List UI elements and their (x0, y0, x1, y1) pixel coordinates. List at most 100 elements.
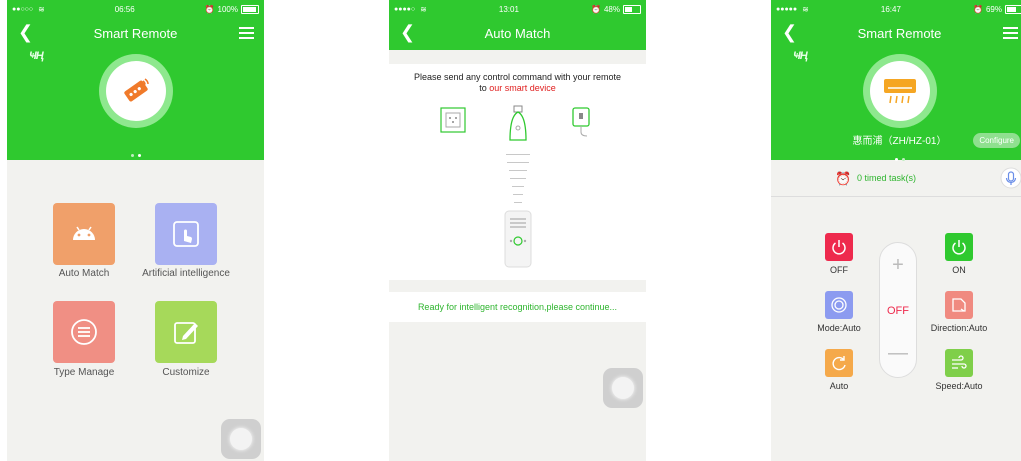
wifi-icon: ≋ (802, 4, 809, 14)
alarm-clock-icon: ⏰ (835, 171, 852, 186)
battery-percent: 100% (217, 4, 238, 14)
signal-indicator: ●●●●● (776, 5, 798, 13)
power-on-label: ON (952, 265, 966, 275)
instruction-line-1: Please send any control command with you… (413, 72, 622, 82)
hero-area: ҸҢ 惠而浦（ZH/HZ-01） Configure (771, 48, 1021, 161)
status-bar: ●●●●● ≋ 16:47 ⏰ 69% (771, 0, 1021, 18)
signal-line (506, 154, 530, 155)
customize-tile[interactable] (155, 301, 217, 363)
direction-button[interactable] (945, 291, 973, 319)
nav-bar: ❮ Smart Remote (771, 18, 1021, 48)
status-bar: ●●○○○ ≋ 06:56 ⏰ 100% (7, 0, 264, 18)
wifi-icon: ≋ (420, 4, 427, 14)
artificial-intelligence-label: Artificial intelligence (142, 268, 230, 279)
remote-device-icon[interactable] (98, 54, 173, 128)
nav-bar: ❮ Auto Match (389, 18, 646, 50)
page-indicator (7, 144, 264, 162)
brand-logo: ҸҢ (29, 50, 44, 62)
power-off-label: OFF (830, 265, 848, 275)
signal-line (509, 170, 527, 171)
wind-icon (952, 355, 967, 369)
battery-percent: 69% (985, 4, 1002, 14)
type-manage-tile[interactable] (53, 301, 115, 363)
touch-hand-icon (173, 221, 199, 247)
status-time: 16:47 (880, 4, 901, 14)
remote-control-icon (504, 210, 532, 268)
temperature-down-button[interactable]: — (880, 343, 916, 363)
battery-icon (241, 4, 259, 14)
configure-button[interactable]: Configure (973, 133, 1020, 148)
header: ●●●●○ ≋ 13:01 ⏰ 48% ❮ Auto Match (389, 0, 646, 50)
battery-percent: 48% (603, 4, 620, 14)
signal-indicator: ●●○○○ (12, 5, 34, 13)
android-icon (73, 226, 95, 240)
mode-icon (831, 297, 847, 313)
signal-line (510, 178, 526, 179)
page-title: Auto Match (484, 26, 551, 41)
menu-icon[interactable] (239, 27, 254, 42)
signal-indicator: ●●●●○ (394, 5, 416, 13)
microphone-icon[interactable] (1000, 167, 1021, 189)
alarm-icon: ⏰ (591, 4, 601, 14)
status-bar: ●●●●○ ≋ 13:01 ⏰ 48% (389, 0, 646, 18)
list-icon (71, 319, 97, 345)
timed-task-bar[interactable]: ⏰ 0 timed task(s) (771, 160, 1021, 197)
battery-icon (1004, 4, 1021, 14)
power-icon (832, 240, 846, 255)
instruction-line-2: to our smart device (389, 83, 646, 94)
ready-status-text: Ready for intelligent recognition,please… (417, 302, 618, 312)
nav-bar: ❮ Smart Remote (7, 18, 264, 48)
auto-match-tile[interactable] (53, 203, 115, 265)
page-title: Smart Remote (857, 26, 942, 41)
signal-line (507, 162, 529, 163)
alarm-icon: ⏰ (973, 4, 983, 14)
signal-line (514, 202, 522, 203)
wall-socket-icon (440, 107, 466, 133)
assistive-touch-button[interactable] (603, 368, 643, 408)
assistive-touch-button[interactable] (221, 419, 261, 459)
alarm-icon: ⏰ (204, 4, 215, 14)
instruction-text: Please send any control command with you… (389, 72, 646, 94)
smart-device-highlight: our smart device (489, 83, 556, 93)
direction-icon (952, 298, 966, 312)
hero-area: ҸҢ (7, 48, 264, 160)
power-off-button[interactable] (825, 233, 853, 261)
power-icon (952, 240, 966, 255)
plug-adapter-icon (572, 107, 590, 137)
speed-label: Speed:Auto (935, 381, 983, 391)
refresh-icon (832, 356, 846, 371)
power-on-button[interactable] (945, 233, 973, 261)
menu-icon[interactable] (1003, 27, 1018, 42)
header: ●●●●● ≋ 16:47 ⏰ 69% ❮ Smart Remote ҸҢ 惠而… (771, 0, 1021, 161)
header: ●●○○○ ≋ 06:56 ⏰ 100% ❮ Smart Remote ҸҢ (7, 0, 264, 160)
direction-label: Direction:Auto (930, 323, 988, 333)
status-time: 13:01 (498, 4, 519, 14)
status-panel: Ready for intelligent recognition,please… (389, 292, 646, 322)
smart-plug-icon (509, 105, 527, 141)
remote-icon (123, 78, 149, 102)
signal-line (513, 194, 523, 195)
air-conditioner-icon (883, 79, 916, 104)
temperature-control: + OFF — (879, 242, 917, 378)
status-time: 06:56 (114, 4, 135, 14)
artificial-intelligence-tile[interactable] (155, 203, 217, 265)
battery-icon (622, 4, 641, 14)
temperature-up-button[interactable]: + (880, 255, 916, 275)
air-conditioner-remote-screen: ●●●●● ≋ 16:47 ⏰ 69% ❮ Smart Remote ҸҢ 惠而… (771, 0, 1021, 461)
instruction-prefix: to (479, 83, 490, 93)
auto-label: Auto (829, 381, 849, 391)
air-conditioner-device-icon[interactable] (862, 54, 937, 128)
timed-task-count: 0 timed task(s) (857, 173, 917, 183)
temperature-display: OFF (887, 305, 909, 317)
customize-label: Customize (162, 367, 210, 378)
signal-line (512, 186, 524, 187)
speed-button[interactable] (945, 349, 973, 377)
brand-logo: ҸҢ (793, 50, 808, 62)
edit-icon (174, 322, 198, 344)
auto-button[interactable] (825, 349, 853, 377)
mode-label: Mode:Auto (817, 323, 861, 333)
instruction-panel: Please send any control command with you… (389, 64, 646, 280)
page-title: Smart Remote (93, 26, 178, 41)
mode-button[interactable] (825, 291, 853, 319)
wifi-icon: ≋ (38, 4, 45, 14)
